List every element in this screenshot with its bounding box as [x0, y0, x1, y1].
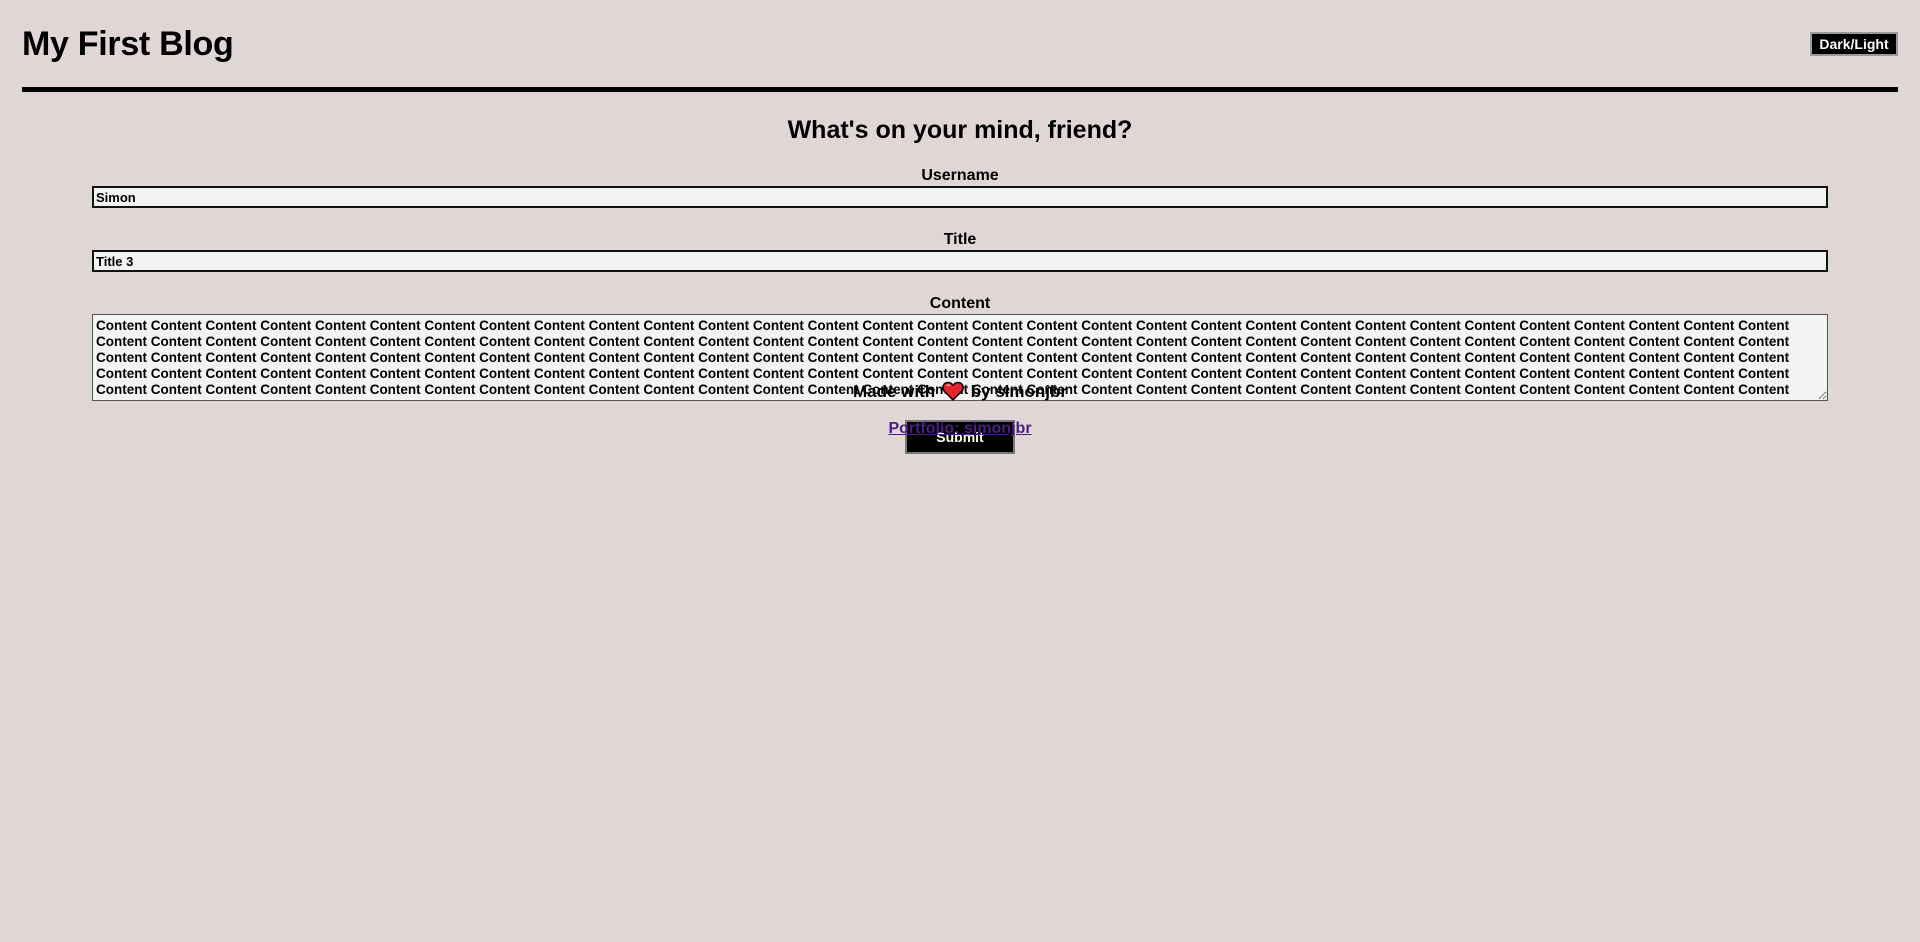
portfolio-line: Portfolio: simonjbr: [0, 418, 1920, 440]
content-label: Content: [929, 295, 991, 312]
username-input[interactable]: [92, 186, 1828, 208]
dark-light-toggle-button[interactable]: Dark/Light: [1810, 32, 1898, 56]
username-label: Username: [921, 167, 999, 184]
made-with-suffix: by simonjbr: [970, 382, 1067, 401]
heart-icon: [942, 381, 964, 408]
title-input[interactable]: [92, 250, 1828, 272]
portfolio-link[interactable]: Portfolio: simonjbr: [888, 420, 1031, 437]
blog-title: My First Blog: [22, 25, 234, 63]
made-with-prefix: Made with: [853, 382, 936, 401]
site-header: My First Blog Dark/Light: [22, 0, 1898, 92]
made-with-credit: Made with by simonjbr: [0, 380, 1920, 408]
form-heading: What's on your mind, friend?: [787, 116, 1133, 144]
title-label: Title: [943, 231, 977, 248]
